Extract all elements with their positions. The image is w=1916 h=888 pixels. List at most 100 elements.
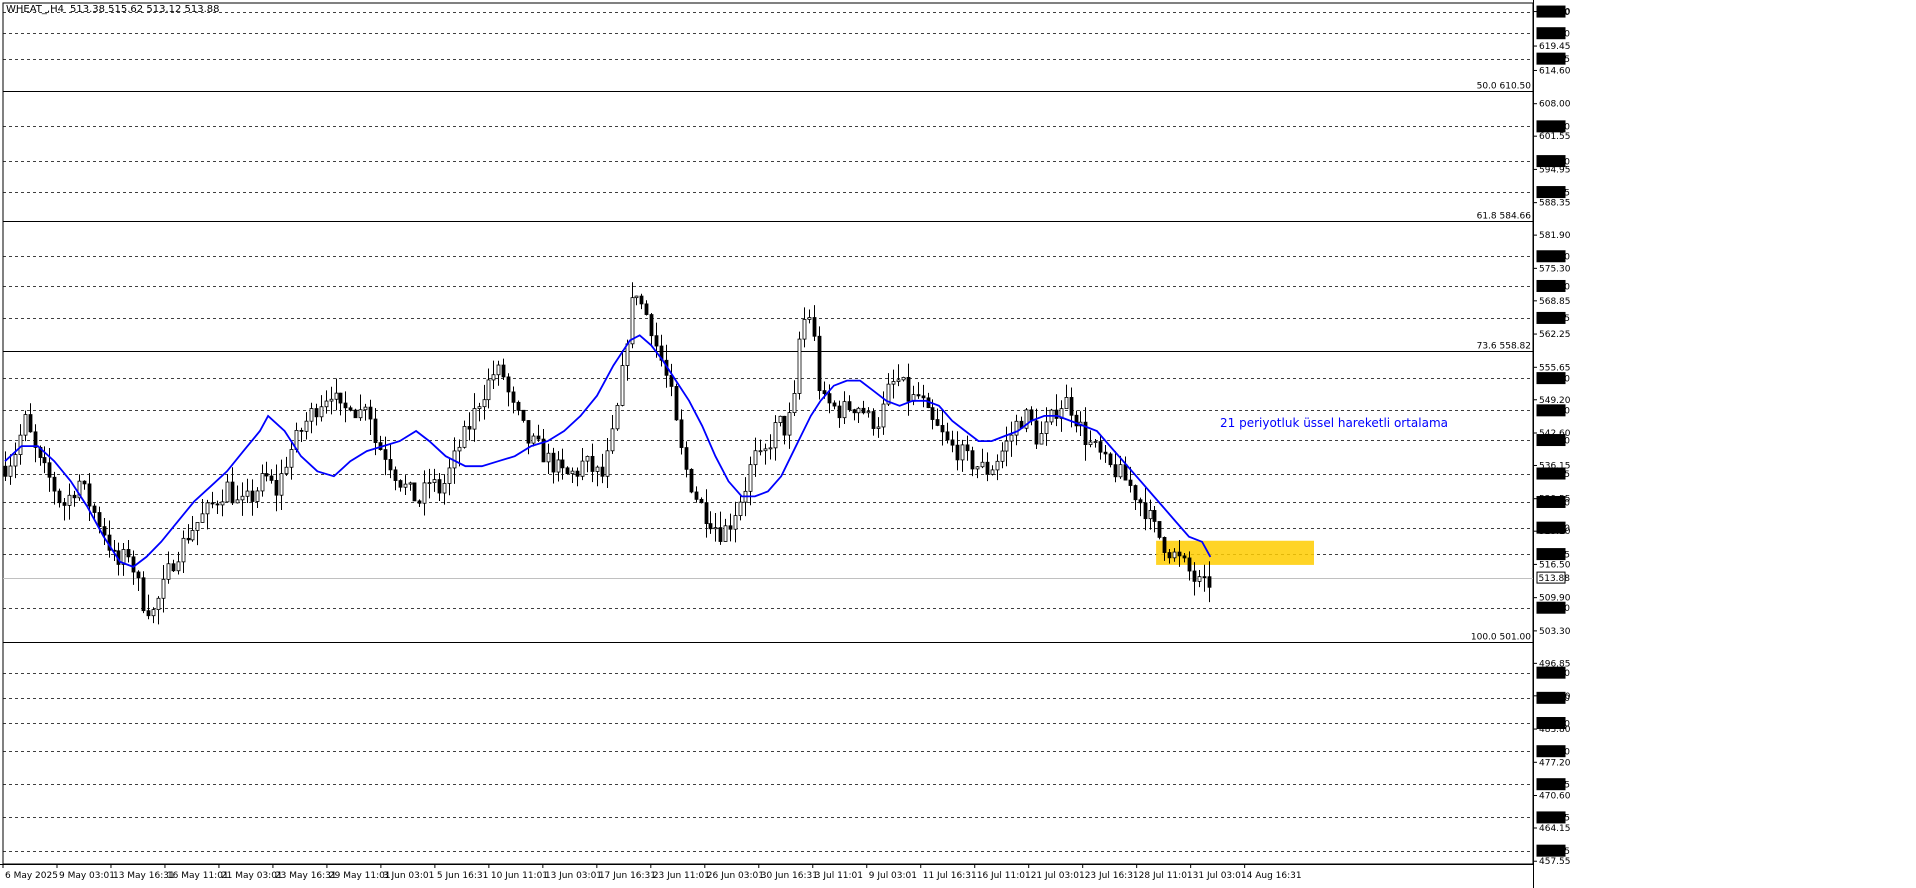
candle-16 <box>82 480 87 490</box>
candle-67 <box>334 378 339 411</box>
time-tick-label-15: 3 Jul 11:01 <box>815 871 863 881</box>
candle-body <box>1009 434 1014 442</box>
candle-body <box>965 444 970 452</box>
candle-69 <box>343 391 348 423</box>
candle-body <box>334 392 339 400</box>
candle-25 <box>126 539 131 563</box>
candle-body <box>758 450 763 453</box>
candle-124 <box>615 402 620 431</box>
candle-body <box>264 473 269 477</box>
candle-body <box>1064 397 1069 410</box>
candle-83 <box>412 482 417 502</box>
candle-body <box>847 401 852 411</box>
candle-body <box>225 481 230 503</box>
candle-body <box>501 364 506 378</box>
candle-220 <box>1088 430 1093 448</box>
candle-231 <box>1143 488 1148 531</box>
candle-body <box>284 466 289 475</box>
candle-169 <box>837 400 842 428</box>
price-box-label-2: 616.95 <box>1539 55 1571 65</box>
candle-body <box>240 495 245 501</box>
candle-body <box>1128 479 1133 486</box>
candle-104 <box>516 400 521 416</box>
chart-symbol: WHEAT_,H4 <box>6 4 64 15</box>
candle-body <box>329 398 334 402</box>
time-tick-label-4: 21 May 03:01 <box>221 871 283 881</box>
candle-95 <box>472 393 477 442</box>
candle-121 <box>600 453 605 484</box>
candle-body <box>1000 450 1005 462</box>
candle-body <box>1088 441 1093 446</box>
candle-body <box>422 482 427 504</box>
candle-body <box>797 338 802 394</box>
candle-225 <box>1113 451 1118 483</box>
price-box-label-9: 553.50 <box>1539 374 1571 384</box>
candle-39 <box>195 522 200 546</box>
candle-body <box>245 490 250 497</box>
candle-body <box>738 501 743 516</box>
candle-78 <box>388 444 393 479</box>
candle-14 <box>72 490 77 507</box>
candle-body <box>852 409 857 414</box>
time-tick-label-10: 13 Jun 03:01 <box>545 871 602 881</box>
price-box-label-4: 596.60 <box>1539 157 1571 167</box>
candle-body <box>590 455 595 472</box>
chart-ohlc: 513.38 515.62 513.12 513.88 <box>70 4 220 15</box>
candle-body <box>1202 576 1207 579</box>
candle-body <box>778 415 783 424</box>
candle-body <box>190 530 195 541</box>
candle-115 <box>570 467 575 483</box>
candle-53 <box>264 461 269 482</box>
time-tick-label-22: 31 Jul 03:01 <box>1193 871 1247 881</box>
candle-body <box>763 448 768 452</box>
candle-body <box>896 379 901 382</box>
candle-body <box>1152 510 1157 522</box>
candle-body <box>1093 441 1098 444</box>
candle-body <box>649 314 654 337</box>
candle-body <box>975 466 980 470</box>
candle-89 <box>442 474 447 505</box>
candle-64 <box>319 395 324 422</box>
candle-body <box>827 393 832 404</box>
candle-122 <box>605 438 610 488</box>
candle-171 <box>847 395 852 412</box>
candle-body <box>733 515 738 530</box>
candle-108 <box>536 424 541 442</box>
candle-body <box>408 482 413 485</box>
candle-body <box>1192 570 1197 582</box>
candle-body <box>921 395 926 399</box>
candle-body <box>47 462 52 478</box>
candle-body <box>980 461 985 468</box>
candle-29 <box>146 594 151 620</box>
candle-body <box>1103 451 1108 455</box>
candle-body <box>871 411 876 429</box>
price-box-label-23: 466.25 <box>1539 814 1571 824</box>
price-tick-label-12: 549.20 <box>1539 396 1571 406</box>
candle-138 <box>684 441 689 478</box>
candlesticks <box>3 282 1212 625</box>
price-chart[interactable]: 50.0 610.50 61.8 584.66 73.6 558.82 100.0 5… <box>0 0 1916 888</box>
candle-body <box>556 459 561 473</box>
candle-90 <box>447 457 452 496</box>
candle-202 <box>1000 442 1005 469</box>
candle-114 <box>565 466 570 475</box>
candle-body <box>92 505 97 513</box>
candle-body <box>383 449 388 460</box>
candle-body <box>679 419 684 448</box>
candle-10 <box>52 471 57 505</box>
price-box-label-22: 472.85 <box>1539 780 1571 790</box>
time-tick-label-14: 30 Jun 16:31 <box>761 871 818 881</box>
candle-body <box>348 407 353 411</box>
price-box-label-15: 518.55 <box>1539 550 1571 560</box>
candle-88 <box>437 473 442 502</box>
candle-body <box>324 400 329 408</box>
candle-body <box>891 381 896 385</box>
candle-body <box>1148 510 1153 520</box>
candle-117 <box>580 448 585 481</box>
candle-body <box>1162 537 1167 553</box>
candle-body <box>200 513 205 523</box>
price-tick-label-9: 568.85 <box>1539 297 1571 307</box>
candle-body <box>610 428 615 452</box>
fib-label-2: 73.6 558.82 <box>1477 342 1531 352</box>
candle-72 <box>358 394 363 421</box>
